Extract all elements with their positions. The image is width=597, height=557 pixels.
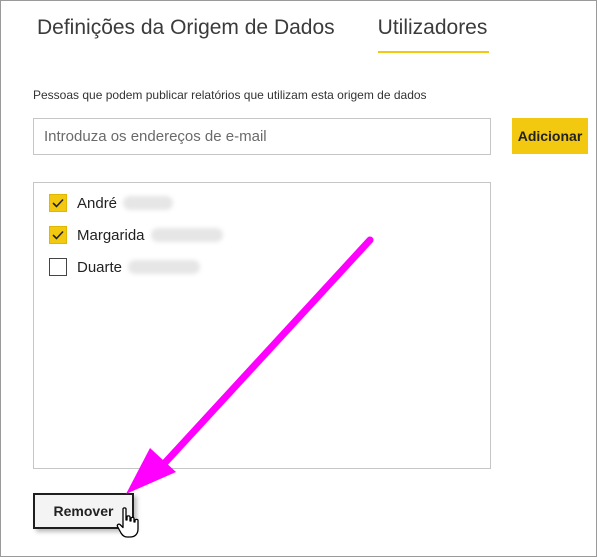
tab-data-source-settings[interactable]: Definições da Origem de Dados [37, 13, 335, 53]
user-row-duarte[interactable]: Duarte [49, 257, 201, 277]
user-row-andre[interactable]: André [49, 193, 174, 213]
checkbox-checked-icon[interactable] [49, 226, 67, 244]
checkbox-checked-icon[interactable] [49, 194, 67, 212]
user-row-margarida[interactable]: Margarida [49, 225, 223, 245]
blurred-surname [128, 260, 201, 274]
users-description: Pessoas que podem publicar relatórios qu… [33, 88, 427, 102]
tab-users[interactable]: Utilizadores [377, 13, 490, 53]
dialog-panel: Definições da Origem de Dados Utilizador… [0, 0, 597, 557]
email-input[interactable] [33, 118, 491, 155]
user-name: Duarte [77, 258, 123, 276]
user-list: André Margarida Duarte [33, 182, 491, 469]
add-button[interactable]: Adicionar [512, 118, 588, 154]
checkbox-unchecked-icon[interactable] [49, 258, 67, 276]
blurred-surname [150, 228, 223, 242]
user-name: André [77, 194, 118, 212]
blurred-surname [123, 196, 174, 210]
user-name: Margarida [77, 226, 145, 244]
remove-button[interactable]: Remover [33, 493, 134, 529]
tab-bar: Definições da Origem de Dados Utilizador… [37, 13, 490, 53]
